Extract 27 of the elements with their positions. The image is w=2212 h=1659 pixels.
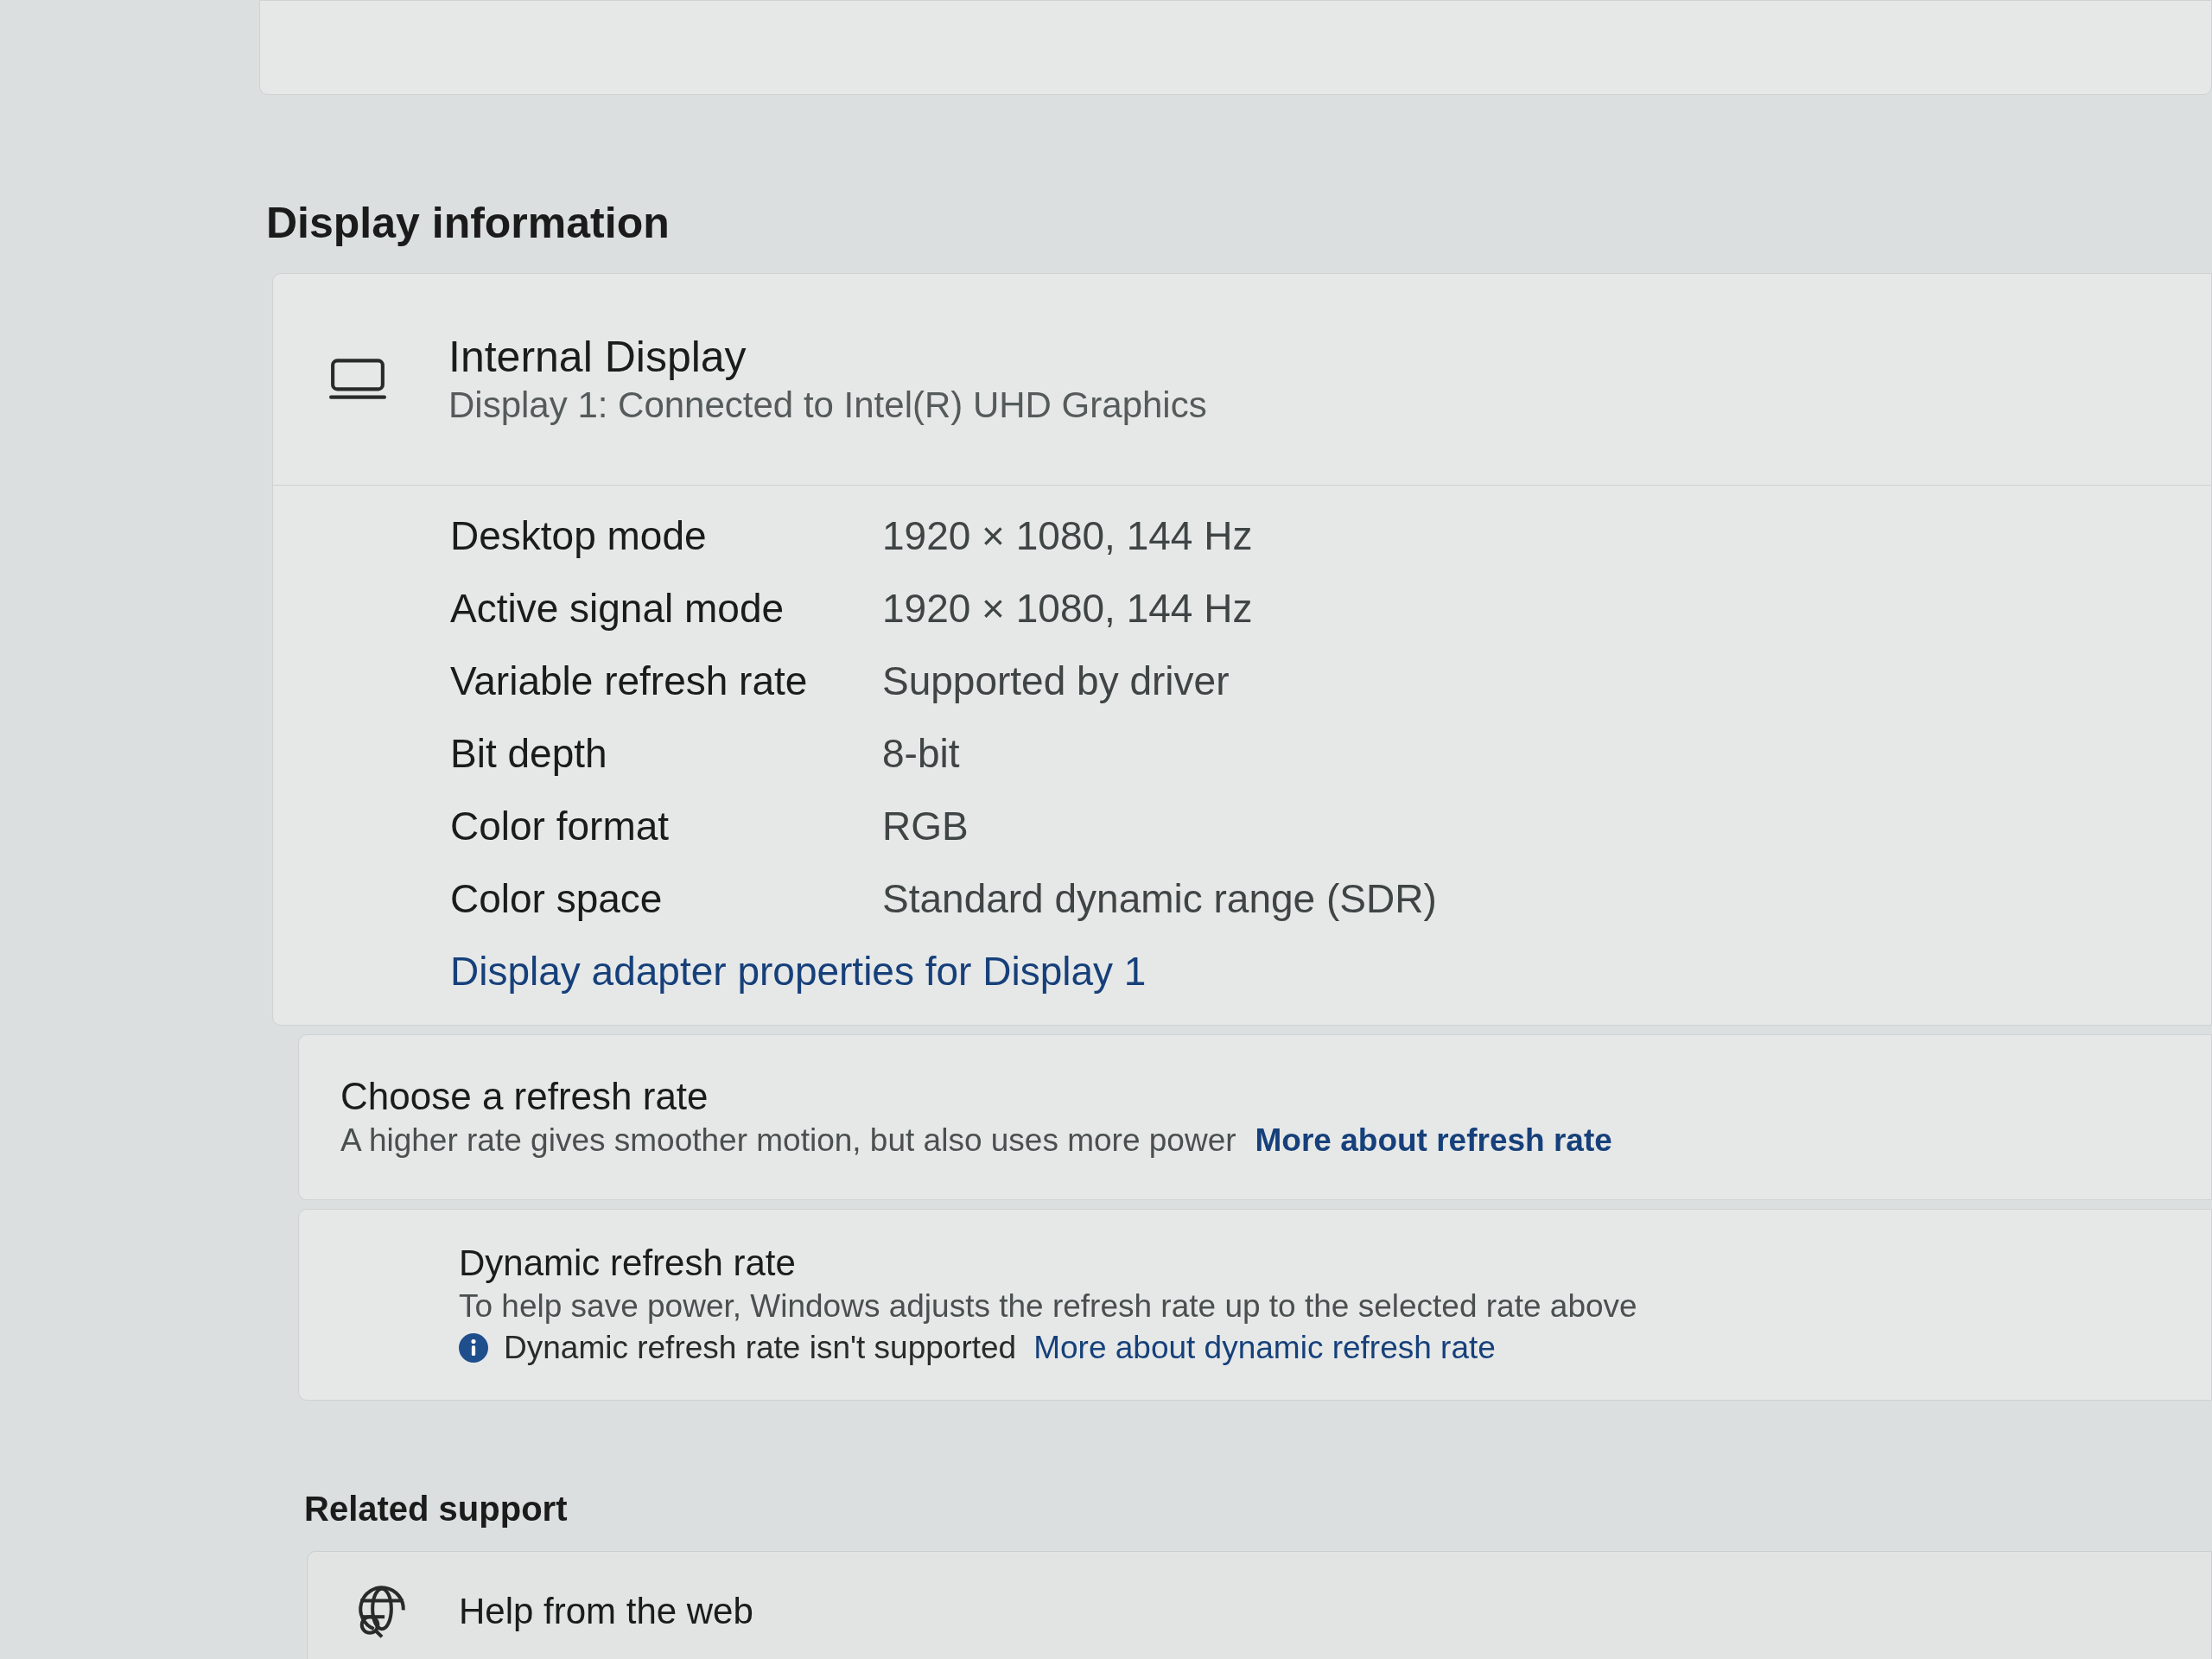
property-label: Color space (450, 875, 664, 923)
adapter-properties-link[interactable]: Display adapter properties for Display 1 (450, 947, 1147, 995)
property-label: Color format (450, 803, 671, 850)
help-item[interactable]: Help from the web (307, 1551, 2212, 1659)
property-value: Supported by driver (882, 658, 1230, 705)
dynamic-refresh-title: Dynamic refresh rate (459, 1242, 796, 1285)
refresh-rate-description: A higher rate gives smoother motion, but also uses more power (340, 1122, 1236, 1160)
laptop-icon (329, 358, 386, 401)
property-value: 1920 × 1080, 144 Hz (882, 512, 1254, 560)
section-heading: Display information (266, 198, 670, 249)
property-value: Standard dynamic range (SDR) (882, 875, 1437, 923)
property-value: RGB (882, 803, 969, 850)
dynamic-refresh-link[interactable]: More about dynamic refresh rate (1033, 1327, 1496, 1369)
property-label: Variable refresh rate (450, 658, 809, 705)
property-label: Desktop mode (450, 512, 708, 560)
section-heading: Related support (304, 1489, 568, 1529)
info-icon (459, 1333, 488, 1363)
property-value: 1920 × 1080, 144 Hz (882, 585, 1254, 632)
display-subtitle: Display 1: Connected to Intel(R) UHD Graphics (448, 384, 1207, 427)
dynamic-refresh-notice: Dynamic refresh rate isn't supported (504, 1329, 1017, 1367)
property-label: Active signal mode (450, 585, 785, 632)
property-label: Bit depth (450, 730, 608, 778)
dynamic-refresh-description: To help save power, Windows adjusts the refresh rate up to the selected rate above (459, 1287, 1637, 1325)
refresh-rate-link[interactable]: More about refresh rate (1255, 1120, 1612, 1161)
refresh-rate-title: Choose a refresh rate (340, 1074, 709, 1119)
display-title: Internal Display (448, 332, 747, 383)
property-value: 8-bit (882, 730, 961, 778)
